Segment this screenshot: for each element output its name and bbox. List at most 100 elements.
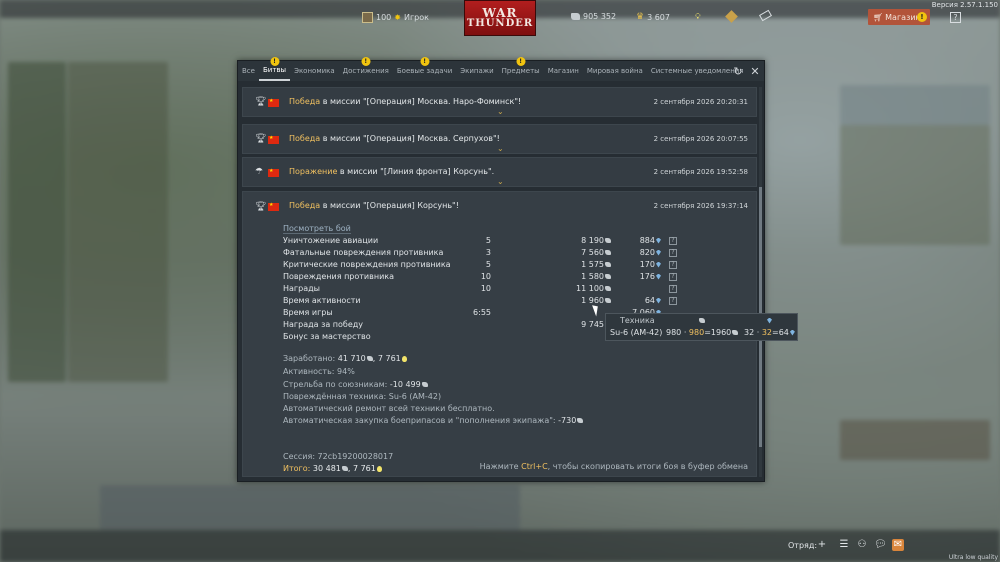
list-icon[interactable]: ☰ [838, 539, 850, 551]
silver-lions-icon [698, 316, 705, 325]
silver-balance[interactable]: 905 352 [570, 12, 616, 21]
message-row[interactable]: ☂ Поражение в миссии "[Линия фронта] Кор… [242, 157, 757, 187]
tab-label: Мировая война [586, 67, 643, 75]
trophy-icon: 🏆︎ [255, 134, 267, 144]
reward-row: Награды 10 11 100? [283, 284, 683, 296]
mail-icon[interactable]: ✉ [892, 539, 904, 551]
earned-summary: Заработано: 41 710, 7 761 [283, 354, 407, 363]
tab-1[interactable]: Битвы! [258, 57, 291, 81]
reward-label: Время активности [283, 296, 361, 305]
copy-hint: Нажмите Ctrl+C, чтобы скопировать итоги … [479, 462, 748, 471]
reward-count: 5 [485, 260, 491, 269]
reward-silver: 1 960 [531, 296, 611, 305]
reward-silver: 1 580 [531, 272, 611, 281]
battle-detail-date: 2 сентября 2026 19:37:14 [653, 202, 748, 210]
shop-button[interactable]: 🛒︎ Магазин ! [868, 9, 930, 25]
lightbulb-icon[interactable]: 💡︎ [695, 12, 701, 22]
china-flag-icon [268, 202, 279, 211]
expand-chevron-icon[interactable]: ⌄ [497, 178, 504, 186]
parachute-icon: ☂ [255, 167, 264, 177]
ticket-icon[interactable] [758, 9, 773, 22]
reward-row: Уничтожение авиации 5 8 190 884? [283, 236, 683, 248]
info-icon[interactable]: ? [669, 297, 677, 305]
shop-alert-icon: ! [917, 12, 927, 22]
reward-rp: 884 [617, 236, 661, 245]
tab-6[interactable]: Предметы! [498, 57, 544, 81]
info-icon[interactable]: ? [669, 249, 677, 257]
tab-8[interactable]: Мировая война [583, 61, 647, 81]
reward-rp: 64 [617, 296, 661, 305]
version-label: Версия 2.57.1.150 [931, 1, 998, 9]
avatar [362, 12, 373, 23]
reward-count: 10 [480, 272, 491, 281]
trophy-icon: 🏆︎ [255, 97, 267, 107]
tab-3[interactable]: Достижения! [339, 57, 393, 81]
tab-label: Экономика [294, 67, 335, 75]
tab-label: Все [242, 67, 255, 75]
reward-count: 10 [480, 284, 491, 293]
info-icon[interactable]: ? [669, 273, 677, 281]
player-rank: 100 [376, 13, 392, 22]
golden-eagles-icon: ♛ [636, 12, 645, 22]
tab-bar: Все Битвы! Экономика Достижения! Боевые зада… [238, 57, 764, 81]
feed-scrollbar[interactable] [759, 87, 762, 477]
teamkill-line: Стрельба по союзникам: -10 499 [283, 380, 428, 389]
tab-alert-icon: ! [270, 57, 280, 66]
notifications-window: Все Битвы! Экономика Достижения! Боевые зада… [237, 57, 765, 482]
reward-count: 6:55 [473, 308, 491, 317]
player-profile[interactable]: 100 ✸ Игрок [362, 12, 429, 23]
message-row[interactable]: 🏆︎ Победа в миссии "[Операция] Москва. Н… [242, 87, 757, 117]
tab-7[interactable]: Магазин [544, 61, 583, 81]
research-points-icon [766, 316, 772, 325]
help-button[interactable]: ? [950, 12, 961, 23]
expand-chevron-icon[interactable]: ⌄ [497, 145, 504, 153]
reward-silver: 1 575 [531, 260, 611, 269]
activity-line: Активность: 94% [283, 367, 355, 376]
contacts-icon[interactable]: ⚇ [856, 539, 868, 551]
reward-label: Фатальные повреждения противника [283, 248, 444, 257]
info-icon[interactable]: ? [669, 237, 677, 245]
reward-label: Критические повреждения противника [283, 260, 451, 269]
premium-icon[interactable] [725, 10, 738, 23]
tab-0[interactable]: Все [238, 61, 259, 81]
expand-chevron-icon[interactable]: ⌄ [497, 108, 504, 116]
reward-row: Критические повреждения противника 5 1 575… [283, 260, 683, 272]
tab-4[interactable]: Боевые задачи! [393, 57, 456, 81]
close-icon[interactable]: ✕ [749, 65, 761, 78]
messages-feed: 🏆︎ Победа в миссии "[Операция] Москва. Н… [242, 87, 757, 477]
tab-5[interactable]: Экипажи [456, 61, 497, 81]
tab-2[interactable]: Экономика [290, 61, 339, 81]
trophy-icon: 🏆︎ [255, 202, 267, 212]
chat-icon[interactable]: 💬︎ [874, 539, 887, 551]
tab-label: Магазин [547, 67, 579, 75]
repair-line: Автоматический ремонт всей техники беспл… [283, 404, 495, 413]
view-battle-link[interactable]: Посмотреть бой [283, 224, 351, 234]
damaged-vehicle-line: Повреждённая техника: Su-6 (AM-42) [283, 392, 442, 401]
session-id: Сессия: 72cb19200028017 [283, 452, 394, 461]
rank-star-icon: ✸ [394, 13, 401, 22]
war-thunder-logo[interactable]: WAR THUNDER [464, 0, 536, 36]
tab-label: Боевые задачи [396, 67, 453, 75]
reward-label: Бонус за мастерство [283, 332, 371, 341]
reward-rp: 170 [617, 260, 661, 269]
add-squad-member-icon[interactable]: + [816, 539, 828, 551]
reward-label: Награды [283, 284, 320, 293]
vehicle-reward-tooltip: Техника Su-6 (AM-42) 980 · 980=1960 32 ·… [605, 313, 798, 341]
tab-label: Битвы [262, 66, 287, 74]
reward-row: Фатальные повреждения противника 3 7 560 82… [283, 248, 683, 260]
reward-label: Время игры [283, 308, 333, 317]
total-line: Итого: 30 481, 7 761 [283, 464, 382, 473]
gold-balance[interactable]: ♛ 3 607 [636, 12, 670, 22]
refresh-icon[interactable]: ↻ [732, 65, 744, 78]
ammo-line: Автоматическая закупка боеприпасов и "по… [283, 416, 584, 425]
cart-icon: 🛒︎ [873, 12, 884, 22]
tab-label: Предметы [501, 67, 540, 75]
info-icon[interactable]: ? [669, 285, 677, 293]
tooltip-silver: 980 · 980=1960 [666, 328, 739, 337]
reward-label: Награда за победу [283, 320, 364, 329]
tooltip-vehicle: Su-6 (AM-42) [610, 328, 663, 337]
top-bar: 100 ✸ Игрок WAR THUNDER 905 352 ♛ 3 607 … [0, 0, 1000, 36]
message-row[interactable]: 🏆︎ Победа в миссии "[Операция] Москва. С… [242, 124, 757, 154]
info-icon[interactable]: ? [669, 261, 677, 269]
player-name: Игрок [403, 13, 429, 22]
